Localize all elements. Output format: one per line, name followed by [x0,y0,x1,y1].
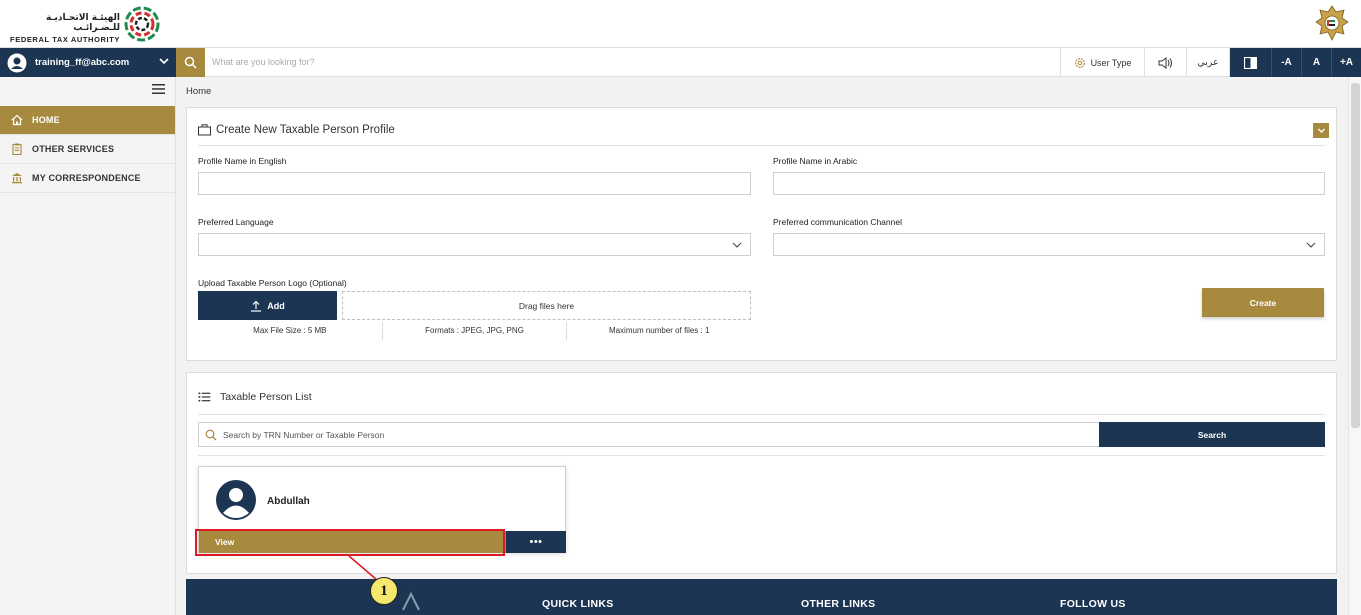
sidebar-item-label: HOME [32,115,60,125]
font-normal-button[interactable]: A [1301,48,1331,77]
fta-logo-icon [124,6,160,42]
clipboard-icon [12,143,22,155]
home-icon [11,114,23,126]
preferred-channel-label: Preferred communication Channel [773,217,902,227]
footer-other-links: OTHER LINKS [801,598,876,610]
preferred-language-select[interactable] [198,233,751,256]
bank-icon [12,173,22,184]
speaker-icon [1158,56,1172,69]
global-search-button[interactable] [176,48,205,77]
profile-name-english-input[interactable] [198,172,751,195]
search-icon [184,56,197,69]
user-menu[interactable]: training_ff@abc.com [0,48,176,77]
person-avatar-icon [216,480,256,520]
sidebar-item-label: MY CORRESPONDENCE [32,173,141,183]
scrollbar-thumb[interactable] [1351,83,1360,428]
chevron-down-icon[interactable] [158,55,170,67]
step-number-badge: 1 [370,577,398,605]
fta-logo[interactable]: الهيئـة الاتحـاديـة للـضـرائـب FEDERAL T… [0,5,165,44]
chevron-down-icon [1317,128,1325,133]
more-options-button[interactable]: ••• [506,531,566,553]
step-highlight-box [195,529,505,556]
create-profile-panel: Create New Taxable Person Profile Profil… [186,107,1337,361]
file-drop-zone[interactable]: Drag files here [342,291,751,320]
global-search-input[interactable] [212,51,812,73]
user-avatar-icon [7,53,27,72]
footer-quick-links: QUICK LINKS [542,598,614,610]
breadcrumb[interactable]: Home [186,86,211,97]
sidebar-item-label: OTHER SERVICES [32,144,115,154]
profile-name-arabic-input[interactable] [773,172,1325,195]
taxable-person-list-title: Taxable Person List [220,391,312,403]
allowed-formats: Formats : JPEG, JPG, PNG [383,322,568,340]
footer: QUICK LINKS OTHER LINKS FOLLOW US [186,579,1337,615]
profile-name-arabic-label: Profile Name in Arabic [773,156,858,166]
footer-logo-icon [402,591,420,611]
upload-icon [251,300,262,312]
person-search-button[interactable]: Search [1099,422,1325,447]
language-toggle-button[interactable]: عربي [1186,48,1229,77]
briefcase-icon [198,124,211,136]
add-file-label: Add [267,300,285,311]
panel-divider [198,145,1325,146]
font-increase-button[interactable]: +A [1331,48,1361,77]
max-file-count: Maximum number of files : 1 [608,326,710,335]
file-constraints: Max File Size : 5 MB Formats : JPEG, JPG… [198,321,751,341]
upload-logo-label: Upload Taxable Person Logo (Optional) [198,278,347,288]
max-file-size: Max File Size : 5 MB [198,322,383,340]
navbar: training_ff@abc.com User Type عربي [0,47,1361,77]
preferred-channel-select[interactable] [773,233,1325,256]
person-search-input[interactable] [223,429,1073,440]
profile-name-english-label: Profile Name in English [198,156,287,166]
logo-english-text: FEDERAL TAX AUTHORITY [10,35,120,44]
font-decrease-button[interactable]: -A [1271,48,1301,77]
read-aloud-button[interactable] [1144,48,1186,77]
search-icon [205,429,217,440]
create-profile-button[interactable]: Create [1202,288,1324,317]
top-header: الهيئـة الاتحـاديـة للـضـرائـب FEDERAL T… [0,0,1361,47]
person-name: Abdullah [267,496,310,507]
scrollbar[interactable] [1348,77,1361,615]
preferred-language-label: Preferred Language [198,217,274,227]
sidebar-item-other-services[interactable]: OTHER SERVICES [0,135,175,164]
uae-emblem-icon [1315,5,1349,41]
logo-arabic-text: الهيئـة الاتحـاديـة للـضـرائـب [45,13,120,33]
chevron-down-icon [732,242,742,248]
add-file-button[interactable]: Add [198,291,337,320]
panel-divider [198,414,1325,415]
chevron-down-icon [1306,242,1316,248]
user-type-button[interactable]: User Type [1060,48,1144,77]
person-search-box [198,422,1100,447]
user-email: training_ff@abc.com [35,57,130,68]
hamburger-menu-icon[interactable] [152,84,165,94]
footer-follow-us: FOLLOW US [1060,598,1126,610]
contrast-icon [1244,56,1257,69]
gear-icon [1074,57,1085,68]
sidebar-item-my-correspondence[interactable]: MY CORRESPONDENCE [0,164,175,193]
sidebar-item-home[interactable]: HOME [0,106,175,135]
list-icon [198,392,211,402]
collapse-panel-button[interactable] [1313,123,1329,138]
sidebar: HOME OTHER SERVICES MY CORRESPONDENCE [0,77,176,615]
user-type-label: User Type [1090,57,1132,68]
panel-divider [198,455,1325,456]
contrast-toggle-button[interactable] [1229,48,1271,77]
create-profile-title: Create New Taxable Person Profile [216,124,395,136]
